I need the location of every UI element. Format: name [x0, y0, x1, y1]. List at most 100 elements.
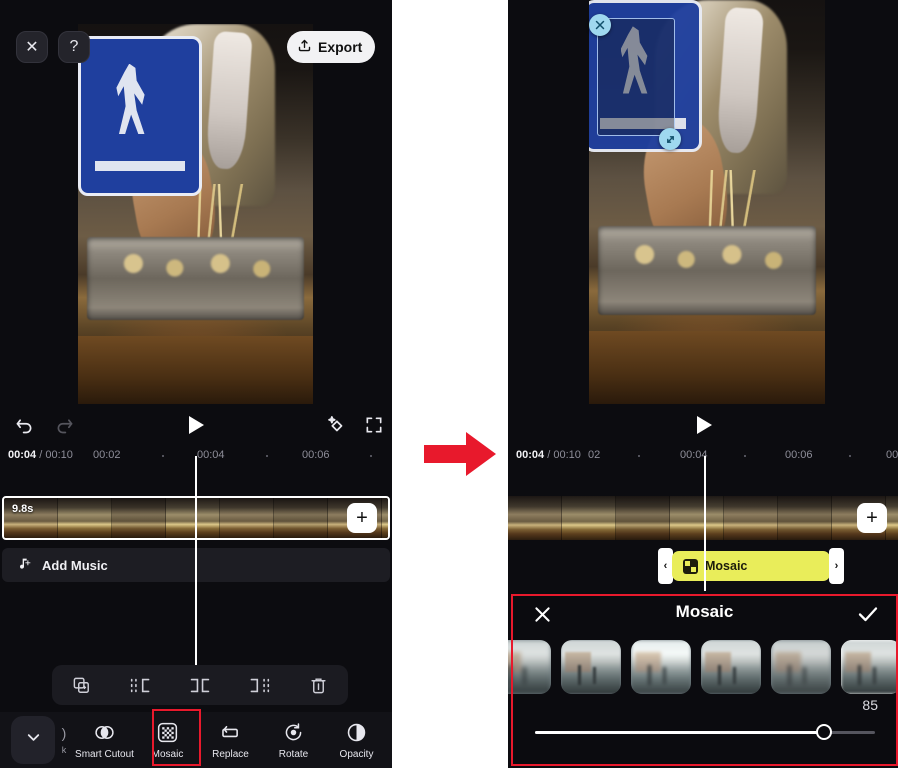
- play-button[interactable]: [688, 406, 720, 444]
- nav-label-replace: Replace: [212, 748, 249, 760]
- close-icon: ✕: [25, 39, 39, 56]
- preset-post: [857, 664, 862, 686]
- mosaic-sheet-title: Mosaic: [675, 602, 734, 621]
- preset-post-2: [803, 667, 807, 685]
- slider-fill: [535, 731, 824, 734]
- right-phone-panel: 00:04 / 00:10 02 00:04 00:06 00 + ‹ Mosa…: [508, 0, 898, 768]
- preset-thumb: [771, 640, 831, 694]
- mosaic-preset-5[interactable]: [771, 640, 831, 694]
- copy-plus-icon[interactable]: [63, 666, 101, 704]
- preset-thumb: [701, 640, 761, 694]
- mosaic-preset-4[interactable]: [701, 640, 761, 694]
- export-button[interactable]: Export: [287, 31, 376, 63]
- nav-item-opacity[interactable]: Opacity: [325, 712, 388, 768]
- preset-thumb: [508, 640, 551, 694]
- chevron-down-icon: [24, 728, 43, 752]
- replace-icon: [219, 721, 243, 745]
- help-button[interactable]: ?: [58, 31, 90, 63]
- play-icon: [696, 416, 712, 434]
- mosaic-preset-2[interactable]: [561, 640, 621, 694]
- panel-gap: [392, 0, 508, 768]
- preset-post-2: [593, 667, 597, 685]
- redo-icon[interactable]: [48, 406, 80, 444]
- mosaic-track[interactable]: Mosaic: [672, 551, 830, 581]
- video-counter: [78, 335, 313, 404]
- plus-icon: +: [866, 506, 878, 529]
- pedestrian-sign-overlay[interactable]: [78, 36, 202, 196]
- upload-icon: [297, 38, 312, 56]
- mosaic-preset-row[interactable]: [508, 638, 898, 696]
- clip-tool-bar: [52, 665, 348, 705]
- export-label: Export: [318, 39, 363, 55]
- preset-post: [717, 664, 722, 686]
- split-icon[interactable]: [181, 666, 219, 704]
- preset-post: [577, 664, 582, 686]
- nav-item-partial-hidden[interactable]: ) k: [55, 712, 73, 768]
- timeline-ruler-right[interactable]: 00:04 / 00:10 02 00:04 00:06 00: [508, 444, 898, 470]
- chevron-right-icon: ›: [834, 560, 839, 572]
- video-preview-before[interactable]: [78, 24, 313, 404]
- trim-right-icon[interactable]: [240, 666, 278, 704]
- video-food-items: [92, 240, 299, 287]
- mosaic-preset-3[interactable]: [631, 640, 691, 694]
- clip-duration-label: 9.8s: [12, 503, 34, 515]
- ruler-tick-2: 00:06: [785, 449, 813, 461]
- nav-item-replace[interactable]: Replace: [199, 712, 262, 768]
- mosaic-bottom-sheet: Mosaic 85: [508, 596, 898, 764]
- mosaic-preset-1[interactable]: [508, 640, 551, 694]
- nav-item-mosaic[interactable]: Mosaic: [136, 712, 199, 768]
- nav-label-smart-cutout: Smart Cutout: [75, 748, 134, 760]
- nav-label-rotate: Rotate: [278, 748, 309, 760]
- close-button[interactable]: ✕: [16, 31, 48, 63]
- undo-icon[interactable]: [8, 406, 40, 444]
- add-music-label: Add Music: [42, 557, 108, 573]
- sparkle-diamond-icon[interactable]: [320, 406, 352, 444]
- add-clip-button[interactable]: +: [857, 503, 887, 533]
- mosaic-track-handle-left[interactable]: ‹: [658, 548, 673, 584]
- time-separator: /: [39, 449, 43, 461]
- video-food-items: [603, 230, 811, 279]
- nav-item-rotate[interactable]: Rotate: [262, 712, 325, 768]
- mosaic-track-label: Mosaic: [705, 559, 748, 573]
- mosaic-badge-icon: [683, 558, 698, 574]
- collapse-panel-button[interactable]: [11, 716, 55, 764]
- current-time: 00:04: [8, 449, 37, 461]
- ruler-dot-1: [744, 455, 746, 457]
- trim-left-icon[interactable]: [122, 666, 160, 704]
- slider-knob[interactable]: [816, 724, 832, 740]
- ruler-dot-1: [162, 455, 164, 457]
- playhead-left[interactable]: [195, 456, 197, 676]
- preset-post: [508, 664, 512, 686]
- rotate-icon: [282, 721, 306, 745]
- question-mark-icon: ?: [69, 38, 79, 55]
- trash-icon[interactable]: [299, 666, 337, 704]
- mosaic-confirm-button[interactable]: [856, 602, 880, 632]
- preset-post: [647, 664, 652, 686]
- intensity-slider[interactable]: [535, 722, 875, 742]
- chevron-left-icon: ‹: [663, 560, 668, 572]
- nav-item-smart-cutout[interactable]: Smart Cutout: [73, 712, 136, 768]
- overlay-selection-box[interactable]: [597, 18, 675, 136]
- preset-post-2: [523, 667, 527, 685]
- ruler-tick-1: 00:04: [197, 449, 225, 461]
- mosaic-preset-6-selected[interactable]: [841, 640, 898, 694]
- ruler-tick-0: 02: [588, 449, 601, 461]
- preset-thumb: [561, 640, 621, 694]
- playback-controls-left: [0, 406, 392, 444]
- play-button[interactable]: [180, 406, 212, 444]
- fullscreen-icon[interactable]: [358, 406, 390, 444]
- play-icon: [188, 416, 204, 434]
- close-handle-icon[interactable]: [589, 14, 611, 36]
- video-clip-track[interactable]: [508, 496, 898, 540]
- total-time: 00:10: [553, 449, 581, 461]
- resize-diagonal-icon[interactable]: [659, 128, 681, 150]
- ruler-dot-0: [266, 455, 268, 457]
- add-clip-button[interactable]: +: [347, 503, 377, 533]
- video-counter: [589, 331, 825, 404]
- current-time-readout: 00:04 / 00:10: [516, 449, 581, 461]
- playhead-right[interactable]: [704, 456, 706, 591]
- music-note-icon: [16, 556, 32, 575]
- mosaic-track-handle-right[interactable]: ›: [829, 548, 844, 584]
- mosaic-grid-icon: [156, 721, 180, 745]
- playback-controls-right: [508, 406, 898, 444]
